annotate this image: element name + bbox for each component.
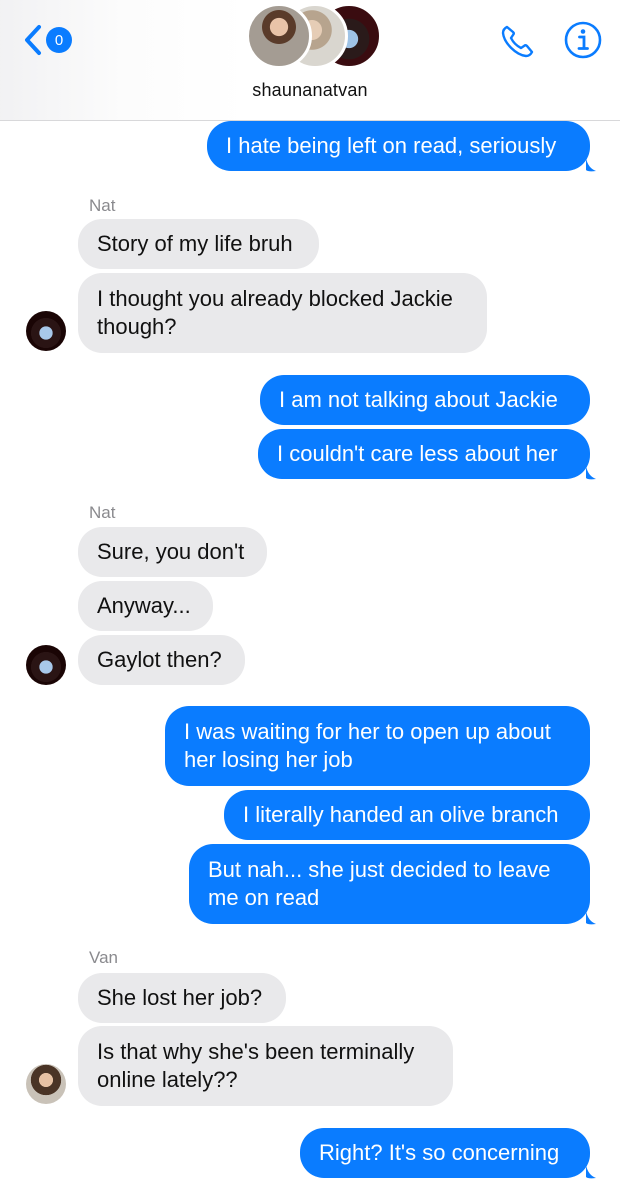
avatar-shauna: [246, 3, 312, 69]
message-bubble-incoming[interactable]: Is that why she's been terminally online…: [78, 1026, 453, 1106]
message-line: But nah... she just decided to leave: [208, 857, 551, 882]
avatar-nat[interactable]: [26, 645, 66, 685]
sender-name: Van: [89, 948, 118, 967]
message-bubble-outgoing[interactable]: I am not talking about Jackie: [260, 375, 590, 425]
sender-name: Nat: [89, 196, 116, 215]
avatar-nat[interactable]: [26, 311, 66, 351]
message-bubble-incoming[interactable]: Gaylot then?: [78, 635, 245, 685]
message-bubble-outgoing[interactable]: Right? It's so concerning: [300, 1128, 590, 1178]
message-bubble-outgoing[interactable]: I literally handed an olive branch: [224, 790, 590, 840]
message-line: though?: [97, 314, 177, 339]
message-line: me on read: [208, 885, 320, 910]
message-line: I thought you already blocked Jackie: [97, 286, 453, 311]
message-bubble-incoming[interactable]: Story of my life bruh: [78, 219, 319, 269]
message-bubble-outgoing[interactable]: I was waiting for her to open up about h…: [165, 706, 590, 786]
message-bubble-outgoing[interactable]: I hate being left on read, seriously: [207, 121, 590, 171]
chevron-left-icon: [25, 25, 41, 55]
unread-count-badge: 0: [46, 27, 72, 53]
info-icon[interactable]: [563, 20, 603, 60]
message-bubble-outgoing[interactable]: I couldn't care less about her: [258, 429, 590, 479]
group-avatars[interactable]: [246, 3, 382, 71]
avatar-van[interactable]: [26, 1064, 66, 1104]
bubble-tail: [586, 158, 596, 172]
bubble-tail: [586, 911, 596, 925]
conversation-header: 0 shaunanatvan: [0, 0, 620, 121]
message-bubble-outgoing[interactable]: But nah... she just decided to leave me …: [189, 844, 590, 924]
bubble-tail: [586, 466, 596, 480]
message-bubble-incoming[interactable]: Anyway...: [78, 581, 213, 631]
bubble-tail: [586, 1165, 596, 1179]
message-line: online lately??: [97, 1067, 238, 1092]
phone-icon[interactable]: [498, 21, 538, 61]
message-bubble-incoming[interactable]: She lost her job?: [78, 973, 286, 1023]
message-line: I was waiting for her to open up about: [184, 719, 551, 744]
message-line: her losing her job: [184, 747, 353, 772]
message-bubble-incoming[interactable]: Sure, you don't: [78, 527, 267, 577]
back-button[interactable]: 0: [22, 24, 72, 56]
message-bubble-incoming[interactable]: I thought you already blocked Jackie tho…: [78, 273, 487, 353]
conversation-title[interactable]: shaunanatvan: [0, 80, 620, 101]
message-line: Is that why she's been terminally: [97, 1039, 415, 1064]
sender-name: Nat: [89, 503, 116, 522]
